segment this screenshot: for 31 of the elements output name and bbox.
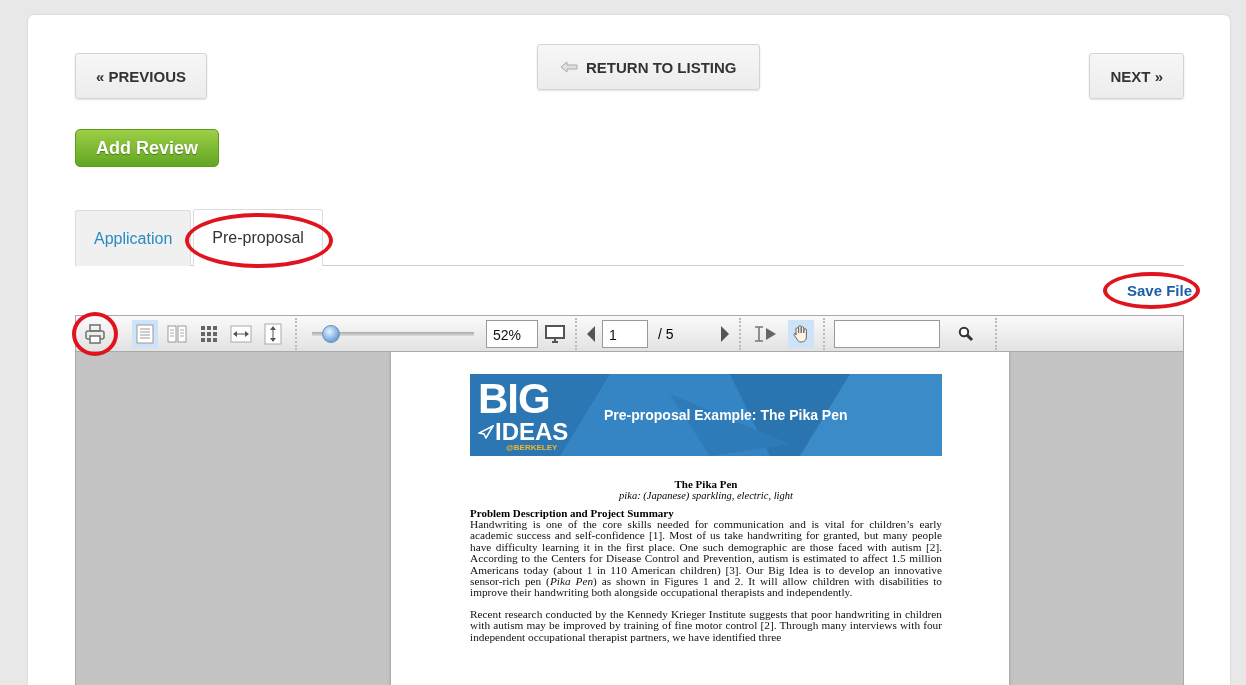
paper-plane-icon [478,425,494,439]
zoom-field[interactable]: 52% [486,319,538,348]
next-page-icon[interactable] [720,324,730,343]
left-arrow-icon [559,61,578,73]
search-icon[interactable] [958,325,974,342]
single-page-icon [134,322,156,345]
hand-tool[interactable] [788,319,814,348]
logo-text: IDEAS [495,420,569,444]
print-icon [83,321,107,346]
page-field[interactable]: 1 [602,319,648,348]
search-field[interactable] [834,319,940,348]
fit-height-icon [262,322,284,345]
paragraph: Handwriting is one of the core skills needed for communication and is vital for children’s early academic success and self-confidence [1]. Most of us take handwriting for granted, but many people have difficulty learning it in the first place. One such demographic are those faced with autism [2]. According to the Centers for Disease Control and Prevention, autism is estimated to affect 1.5 million Americans today (about 1 in 110 American children) [3]. Our Big Idea is to develop an innovative sensor-rich pen (Pika Pen) as shown in Figures 1 and 2. It will allow children with disabilities to improve their handwriting both alongside occupational therapists and independently. [470,519,942,599]
paragraph: Recent research conducted by the Kennedy Krieger Institute suggests that poor handwriting in children with autism may be improved by training of fine motor control [2]. Through many interviews with four independent occupational therapist partners, we have identified three [470,608,942,644]
fit-width-icon [230,322,252,345]
two-page-icon [166,322,188,345]
save-file-link[interactable]: Save File [1126,282,1192,299]
document-title: The Pika Pen [673,478,739,490]
logo-text: BIG [478,378,551,420]
presentation-icon[interactable] [544,323,566,344]
section-heading: Problem Description and Project Summary [470,507,675,519]
next-button[interactable]: NEXT » [1089,53,1184,99]
tab[interactable]: Pre-proposal [193,209,323,266]
previous-button[interactable]: « PREVIOUS [75,53,208,99]
document-subtitle: pika: (Japanese) sparkling, electric, light [618,490,794,501]
banner-title: Pre-proposal Example: The Pika Pen [604,407,848,423]
page-count: / 5 [657,325,675,342]
slider-thumb[interactable] [322,324,341,343]
return-to-listing-button[interactable]: RETURN TO LISTING [536,44,760,90]
previous-page-icon[interactable] [586,324,596,343]
logo-tagline: @BERKELEY [506,444,559,452]
